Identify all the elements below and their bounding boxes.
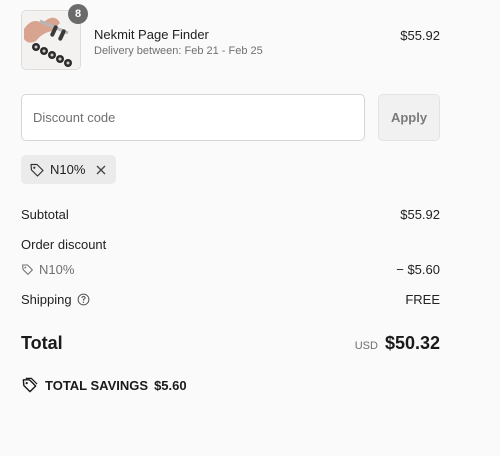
tag-icon — [22, 264, 33, 275]
discount-code-label: N10% — [39, 262, 75, 277]
order-summary: 8 Nekmit Page Finder Delivery between: F… — [0, 0, 500, 456]
delivery-window: Delivery between: Feb 21 - Feb 25 — [94, 45, 263, 57]
shipping-label: Shipping — [21, 292, 72, 307]
total-row: Total USD $50.32 — [21, 333, 440, 355]
subtotal-value: $55.92 — [400, 207, 440, 222]
subtotal-row: Subtotal $55.92 — [21, 207, 440, 222]
order-discount-row: Order discount — [21, 237, 440, 252]
quantity-badge: 8 — [68, 4, 88, 24]
discount-code-input[interactable] — [21, 94, 365, 141]
apply-button[interactable]: Apply — [378, 94, 440, 141]
savings-tag-icon — [22, 377, 38, 393]
discount-amount: − $5.60 — [396, 262, 440, 277]
order-discount-label: Order discount — [21, 237, 107, 252]
total-amount: $50.32 — [384, 333, 440, 353]
shipping-value: FREE — [405, 292, 440, 307]
remove-discount-icon[interactable] — [95, 164, 107, 176]
applied-code-label: N10% — [50, 162, 86, 177]
savings-amount: $5.60 — [154, 378, 187, 393]
product-price: $55.92 — [400, 28, 440, 43]
line-item: 8 Nekmit Page Finder Delivery between: F… — [21, 4, 440, 70]
discount-code-row: N10% − $5.60 — [21, 262, 440, 279]
savings-label: TOTAL SAVINGS — [45, 378, 149, 393]
tag-icon — [30, 163, 44, 177]
applied-discount-chip: N10% — [21, 155, 116, 184]
help-icon[interactable] — [77, 293, 90, 306]
total-label: Total — [21, 333, 63, 353]
subtotal-label: Subtotal — [21, 207, 69, 222]
currency-code: USD — [354, 340, 378, 352]
product-title: Nekmit Page Finder — [94, 27, 209, 42]
total-savings: TOTAL SAVINGS $5.60 — [21, 377, 187, 394]
shipping-row: Shipping FREE — [21, 292, 440, 307]
